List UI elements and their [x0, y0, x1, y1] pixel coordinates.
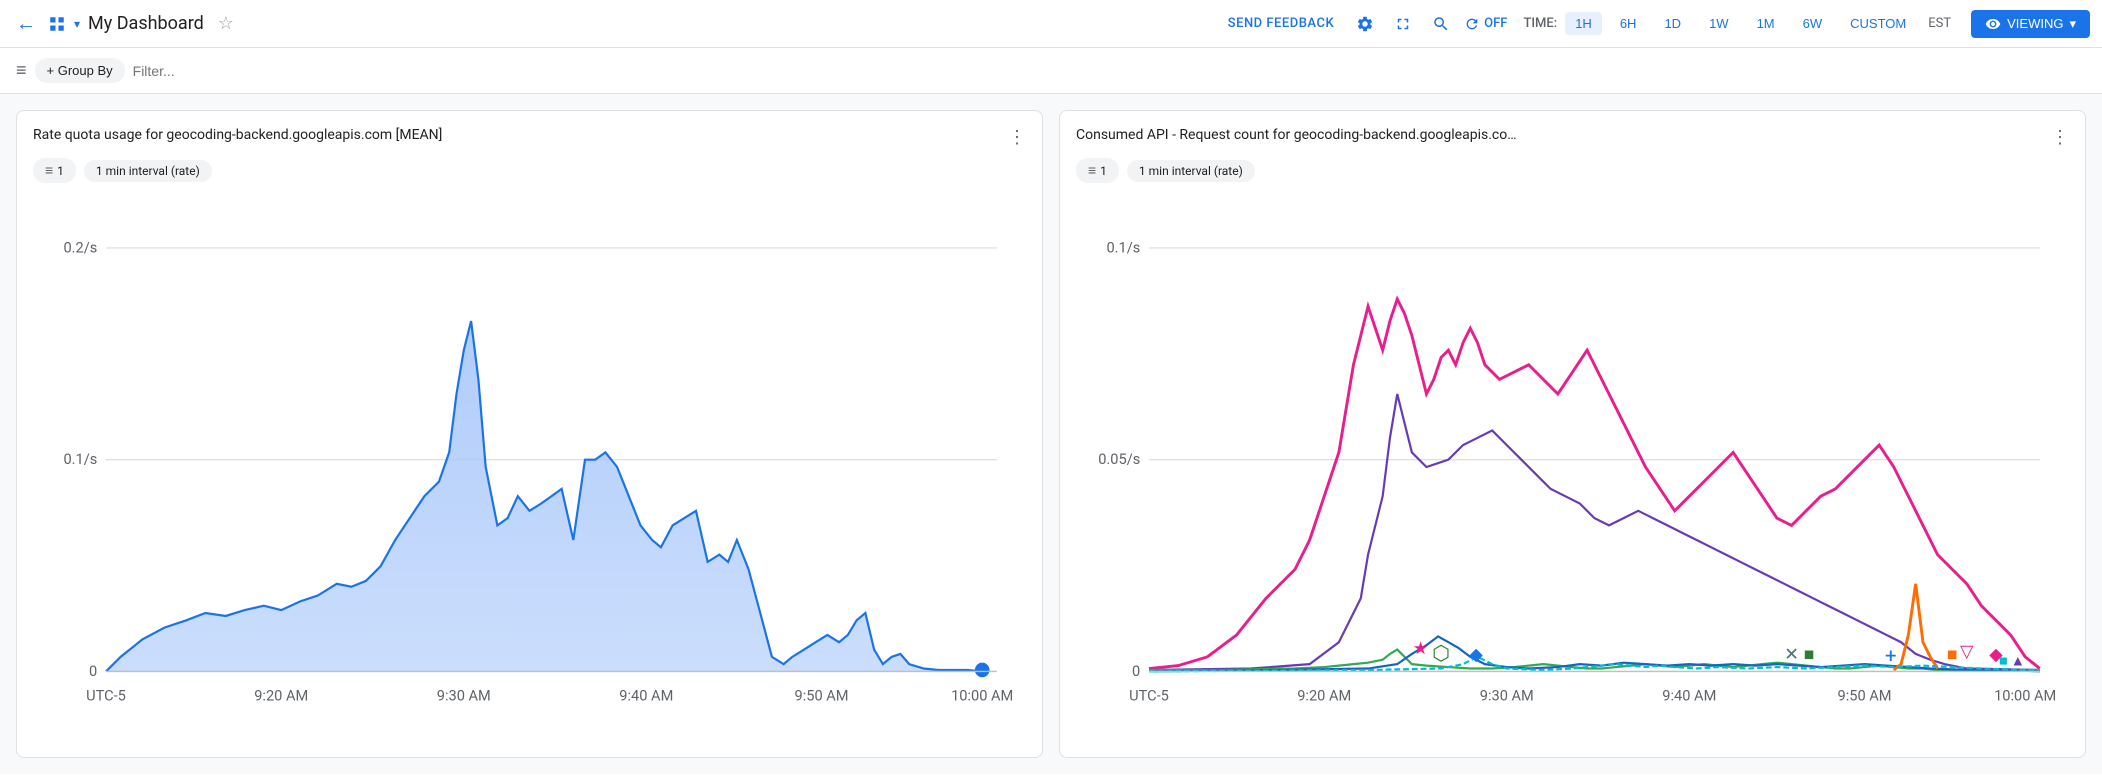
svg-text:9:20 AM: 9:20 AM — [1297, 687, 1351, 705]
svg-text:UTC-5: UTC-5 — [1129, 687, 1169, 705]
svg-text:9:40 AM: 9:40 AM — [1662, 687, 1716, 705]
svg-text:+: + — [1885, 644, 1897, 668]
timezone-label: EST — [1928, 16, 1951, 31]
chart-interval-badge-1[interactable]: 1 min interval (rate) — [84, 160, 212, 182]
grid-icon[interactable] — [48, 15, 66, 33]
send-feedback-button[interactable]: SEND FEEDBACK — [1220, 16, 1342, 31]
time-6h-button[interactable]: 6H — [1610, 12, 1647, 35]
svg-text:9:20 AM: 9:20 AM — [254, 687, 308, 705]
svg-text:◆: ◆ — [1469, 645, 1483, 665]
time-label: TIME: — [1523, 16, 1557, 31]
filter-icon-2: ≡ — [1088, 162, 1096, 179]
chart-card-1: Rate quota usage for geocoding-backend.g… — [16, 110, 1043, 758]
svg-text:✕: ✕ — [1784, 645, 1799, 665]
svg-text:0.05/s: 0.05/s — [1098, 450, 1140, 468]
chart-filter-badge-2[interactable]: ≡ 1 — [1076, 158, 1119, 183]
group-by-label: + Group By — [47, 63, 113, 78]
svg-text:0: 0 — [89, 662, 97, 680]
interval-label-1: 1 min interval (rate) — [96, 164, 200, 178]
back-button[interactable]: ← — [12, 7, 40, 40]
chart-card-2: Consumed API - Request count for geocodi… — [1059, 110, 2086, 758]
svg-text:9:30 AM: 9:30 AM — [437, 687, 491, 705]
svg-text:★: ★ — [1413, 639, 1429, 659]
svg-text:■: ■ — [1947, 645, 1958, 665]
svg-text:■: ■ — [1999, 652, 2008, 670]
svg-text:⬡: ⬡ — [1432, 641, 1450, 665]
chart-badges-2: ≡ 1 1 min interval (rate) — [1076, 158, 2069, 183]
time-custom-button[interactable]: CUSTOM — [1840, 12, 1916, 35]
svg-text:■: ■ — [1804, 645, 1815, 665]
chart-interval-badge-2[interactable]: 1 min interval (rate) — [1127, 160, 1255, 182]
svg-text:9:30 AM: 9:30 AM — [1480, 687, 1534, 705]
svg-text:0.1/s: 0.1/s — [63, 450, 97, 468]
svg-text:9:40 AM: 9:40 AM — [619, 687, 673, 705]
time-1m-button[interactable]: 1M — [1747, 12, 1785, 35]
chart-filter-badge-1[interactable]: ≡ 1 — [33, 158, 76, 183]
refresh-group[interactable]: OFF — [1464, 16, 1507, 32]
svg-text:0.2/s: 0.2/s — [63, 238, 97, 256]
viewing-button[interactable]: VIEWING ▾ — [1971, 10, 2090, 38]
hamburger-icon[interactable]: ≡ — [16, 60, 27, 81]
filter-icon-1: ≡ — [45, 162, 53, 179]
viewing-dropdown-icon: ▾ — [2069, 16, 2076, 32]
time-1d-button[interactable]: 1D — [1654, 12, 1691, 35]
chart-svg-1: 0.2/s 0.1/s 0 UTC-5 9:20 AM — [33, 193, 1026, 741]
grid-dropdown-icon[interactable]: ▾ — [74, 17, 80, 31]
chart-title-2: Consumed API - Request count for geocodi… — [1076, 127, 2043, 143]
time-1w-button[interactable]: 1W — [1699, 12, 1739, 35]
svg-text:10:00 AM: 10:00 AM — [951, 687, 1013, 705]
filter-bar: ≡ + Group By — [0, 48, 2102, 94]
main-content: Rate quota usage for geocoding-backend.g… — [0, 94, 2102, 774]
viewing-label: VIEWING — [2007, 16, 2063, 31]
svg-text:9:50 AM: 9:50 AM — [795, 687, 849, 705]
svg-text:▽: ▽ — [1960, 642, 1974, 662]
time-1h-button[interactable]: 1H — [1565, 12, 1602, 35]
svg-text:0: 0 — [1132, 662, 1140, 680]
svg-text:0.1/s: 0.1/s — [1106, 238, 1140, 256]
badge-count-1: 1 — [57, 164, 64, 178]
star-icon[interactable]: ☆ — [218, 13, 234, 34]
chart-menu-icon-2[interactable]: ⋮ — [2051, 127, 2069, 148]
chart-badges-1: ≡ 1 1 min interval (rate) — [33, 158, 1026, 183]
svg-text:UTC-5: UTC-5 — [86, 687, 126, 705]
badge-count-2: 1 — [1100, 164, 1107, 178]
chart-title-1: Rate quota usage for geocoding-backend.g… — [33, 127, 1000, 143]
settings-icon[interactable] — [1350, 9, 1380, 39]
chart-svg-2: 0.1/s 0.05/s 0 ★ ⬡ — [1076, 193, 2069, 741]
time-6w-button[interactable]: 6W — [1793, 12, 1833, 35]
chart-header-2: Consumed API - Request count for geocodi… — [1076, 127, 2069, 148]
refresh-label: OFF — [1484, 16, 1507, 31]
chart-menu-icon-1[interactable]: ⋮ — [1008, 127, 1026, 148]
svg-text:▲: ▲ — [2011, 652, 2025, 670]
interval-label-2: 1 min interval (rate) — [1139, 164, 1243, 178]
group-by-button[interactable]: + Group By — [35, 58, 125, 83]
chart-header-1: Rate quota usage for geocoding-backend.g… — [33, 127, 1026, 148]
top-nav: ← ▾ My Dashboard ☆ SEND FEEDBACK OFF TIM… — [0, 0, 2102, 48]
filter-input[interactable] — [133, 63, 2086, 79]
svg-text:10:00 AM: 10:00 AM — [1994, 687, 2056, 705]
search-icon[interactable] — [1426, 9, 1456, 39]
page-title: My Dashboard — [88, 13, 204, 34]
fullscreen-icon[interactable] — [1388, 9, 1418, 39]
svg-text:9:50 AM: 9:50 AM — [1838, 687, 1892, 705]
